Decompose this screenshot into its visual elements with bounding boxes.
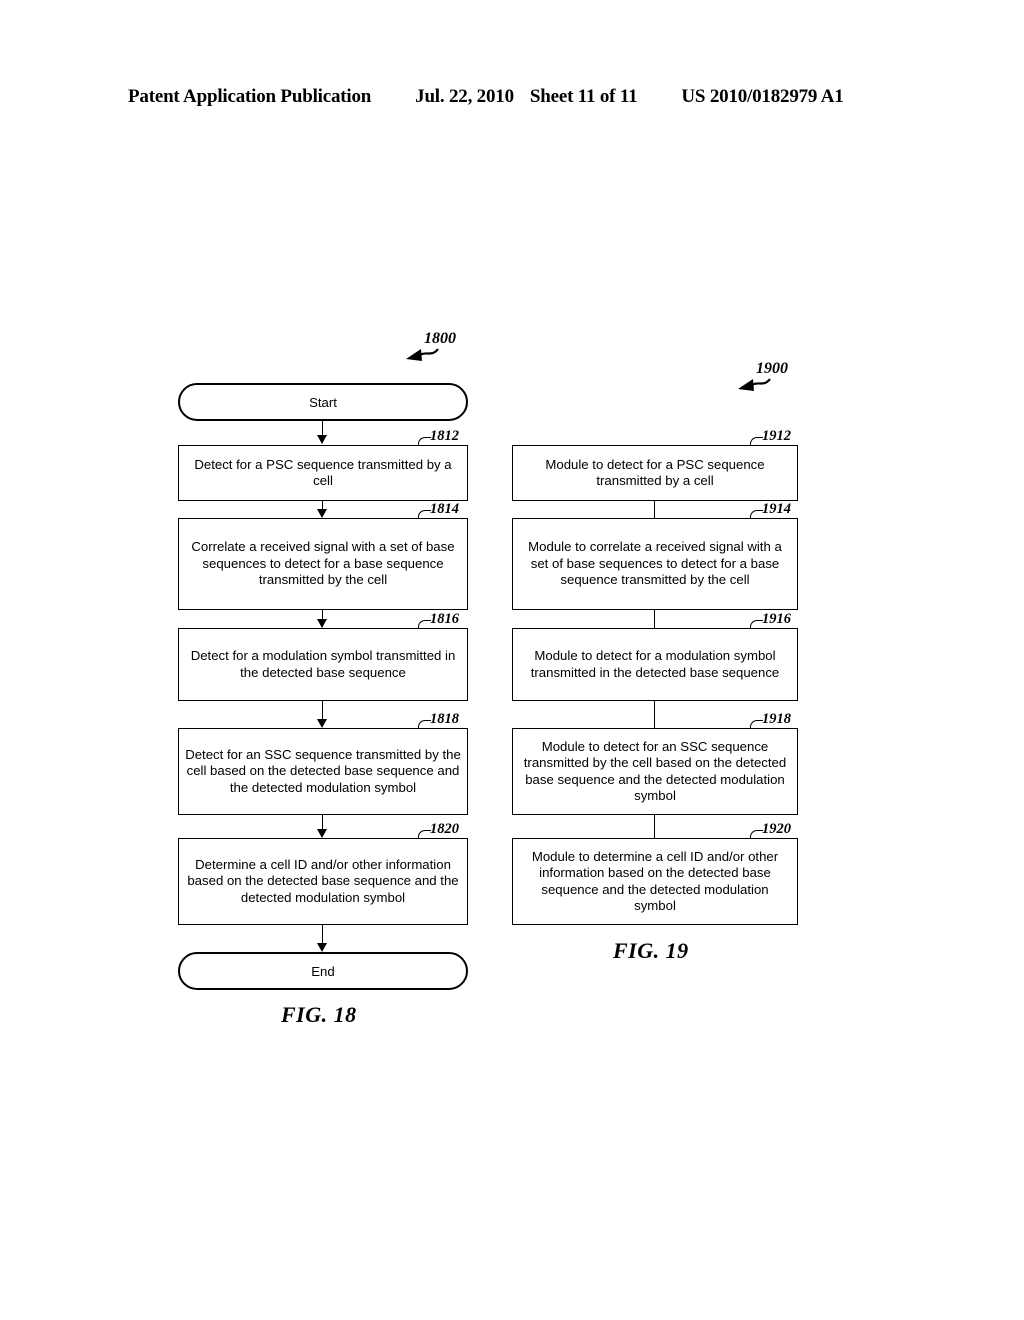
arrowhead-icon [317,619,327,628]
ref-number-1818: 1818 [430,711,459,727]
ref-number-1914: 1914 [762,501,791,517]
figure-area: 1800 Start 1812 Detect for a PSC sequenc… [0,0,1024,1320]
module-block-1912: Module to detect for a PSC sequence tran… [512,445,798,501]
flow-start-terminator: Start [178,383,468,421]
arrowhead-icon [317,509,327,518]
flow-step-1820-text: Determine a cell ID and/or other informa… [187,856,459,905]
ref-number-1812: 1812 [430,428,459,444]
connector-1820-to-end [322,925,323,944]
flow-step-1816-text: Detect for a modulation symbol transmitt… [190,648,456,680]
ref-number-1918: 1918 [762,711,791,727]
arrowhead-icon [317,943,327,952]
flow-step-1816: Detect for a modulation symbol transmitt… [178,628,468,701]
module-block-1916: Module to detect for a modulation symbol… [512,628,798,701]
figure-18-caption: FIG. 18 [281,1002,357,1027]
flow-end-terminator: End [178,952,468,990]
flow-step-1812: Detect for a PSC sequence transmitted by… [178,445,468,501]
module-block-1914: Module to correlate a received signal wi… [512,518,798,610]
ref-number-1820: 1820 [430,821,459,837]
ref-number-1916: 1916 [762,611,791,627]
connector-1918-to-1920 [654,815,655,838]
arrowhead-icon [317,829,327,838]
figure-19-caption: FIG. 19 [613,938,689,963]
module-block-1918: Module to detect for an SSC sequence tra… [512,728,798,815]
connector-1914-to-1916 [654,610,655,628]
module-block-1912-text: Module to detect for a PSC sequence tran… [545,456,765,489]
connector-start-to-1812 [322,421,323,436]
flow-step-1814-text: Correlate a received signal with a set o… [191,539,455,588]
module-block-1920-text: Module to determine a cell ID and/or oth… [531,848,779,914]
arrowhead-icon [317,719,327,728]
ref-number-1920: 1920 [762,821,791,837]
flow-end-label: End [311,963,335,979]
module-block-1920: Module to determine a cell ID and/or oth… [512,838,798,925]
connector-1916-to-1918 [654,701,655,728]
flow-step-1812-text: Detect for a PSC sequence transmitted by… [194,456,452,489]
figure-19-reference-arrow-icon [738,378,771,391]
flow-step-1818-text: Detect for an SSC sequence transmitted b… [185,746,461,795]
ref-number-1816: 1816 [430,611,459,627]
figure-18-reference-arrow-icon [406,348,439,361]
arrowhead-icon [317,435,327,444]
module-block-1918-text: Module to detect for an SSC sequence tra… [523,738,787,804]
flow-start-label: Start [309,394,337,410]
ref-number-1912: 1912 [762,428,791,444]
flow-step-1820: Determine a cell ID and/or other informa… [178,838,468,925]
flow-step-1814: Correlate a received signal with a set o… [178,518,468,610]
connector-1816-to-1818 [322,701,323,719]
ref-number-1814: 1814 [430,501,459,517]
connector-1912-to-1914 [654,501,655,518]
module-block-1914-text: Module to correlate a received signal wi… [528,539,782,588]
flow-step-1818: Detect for an SSC sequence transmitted b… [178,728,468,815]
module-block-1916-text: Module to detect for a modulation symbol… [530,648,780,680]
connector-1818-to-1820 [322,815,323,830]
